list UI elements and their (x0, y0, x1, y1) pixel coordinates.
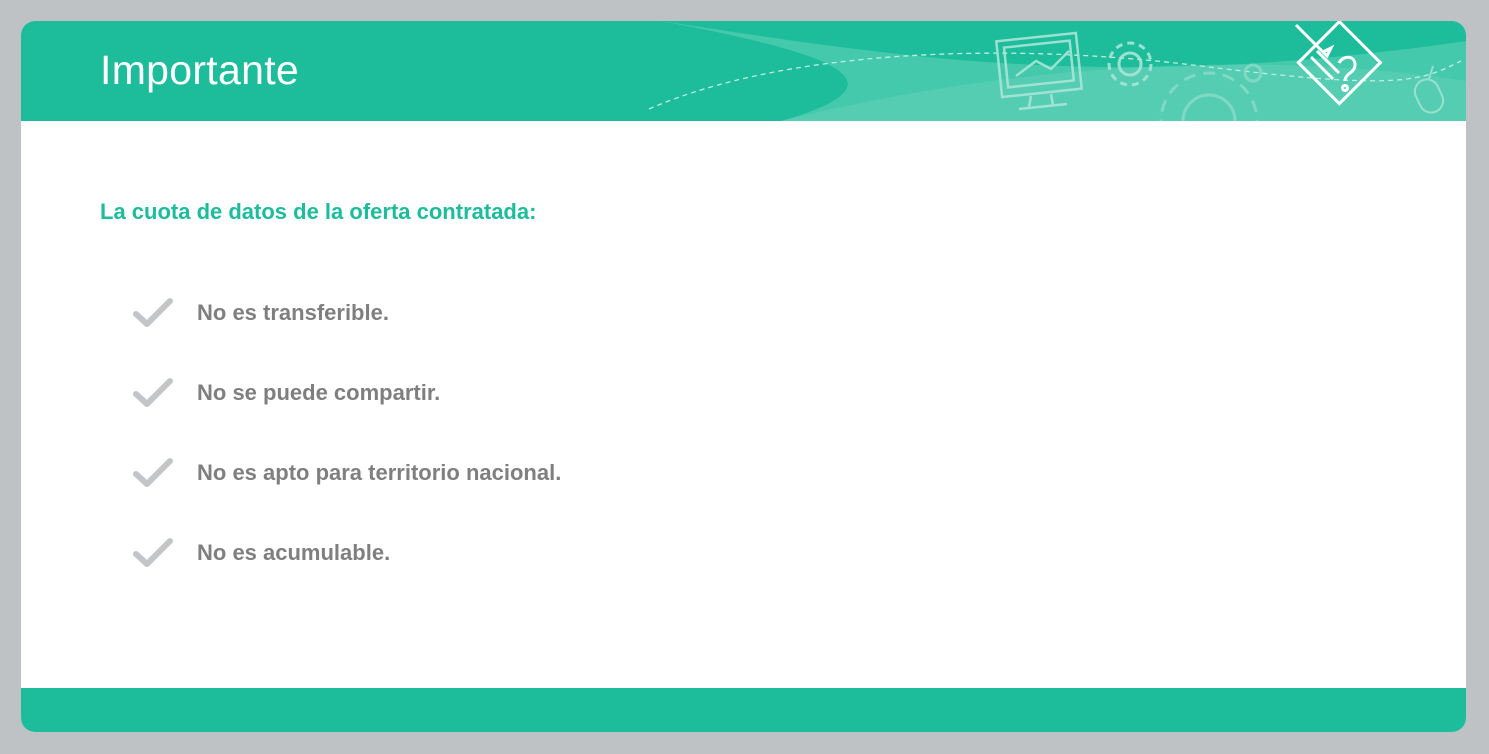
page-title: Importante (100, 47, 299, 93)
checkmark-icon (133, 538, 173, 567)
footer-bar (21, 688, 1466, 732)
list-item-text: No se puede compartir. (197, 380, 441, 405)
checkmark-icon (133, 378, 173, 407)
conditions-list: No es transferible. No se puede comparti… (133, 293, 561, 613)
list-item: No es apto para territorio nacional. (133, 453, 561, 493)
list-item: No es transferible. (133, 293, 561, 333)
list-item-text: No es transferible. (197, 300, 389, 325)
checkmark-icon (133, 298, 173, 327)
list-item: No es acumulable. (133, 533, 561, 573)
list-item-text: No es acumulable. (197, 540, 391, 565)
checkmark-icon (133, 458, 173, 487)
slide-card: Importante La cuota de datos de la ofert… (21, 21, 1466, 732)
header-banner: Importante (21, 21, 1466, 121)
list-item: No se puede compartir. (133, 373, 561, 413)
list-item-text: No es apto para territorio nacional. (197, 460, 562, 485)
section-subtitle: La cuota de datos de la oferta contratad… (100, 199, 537, 224)
